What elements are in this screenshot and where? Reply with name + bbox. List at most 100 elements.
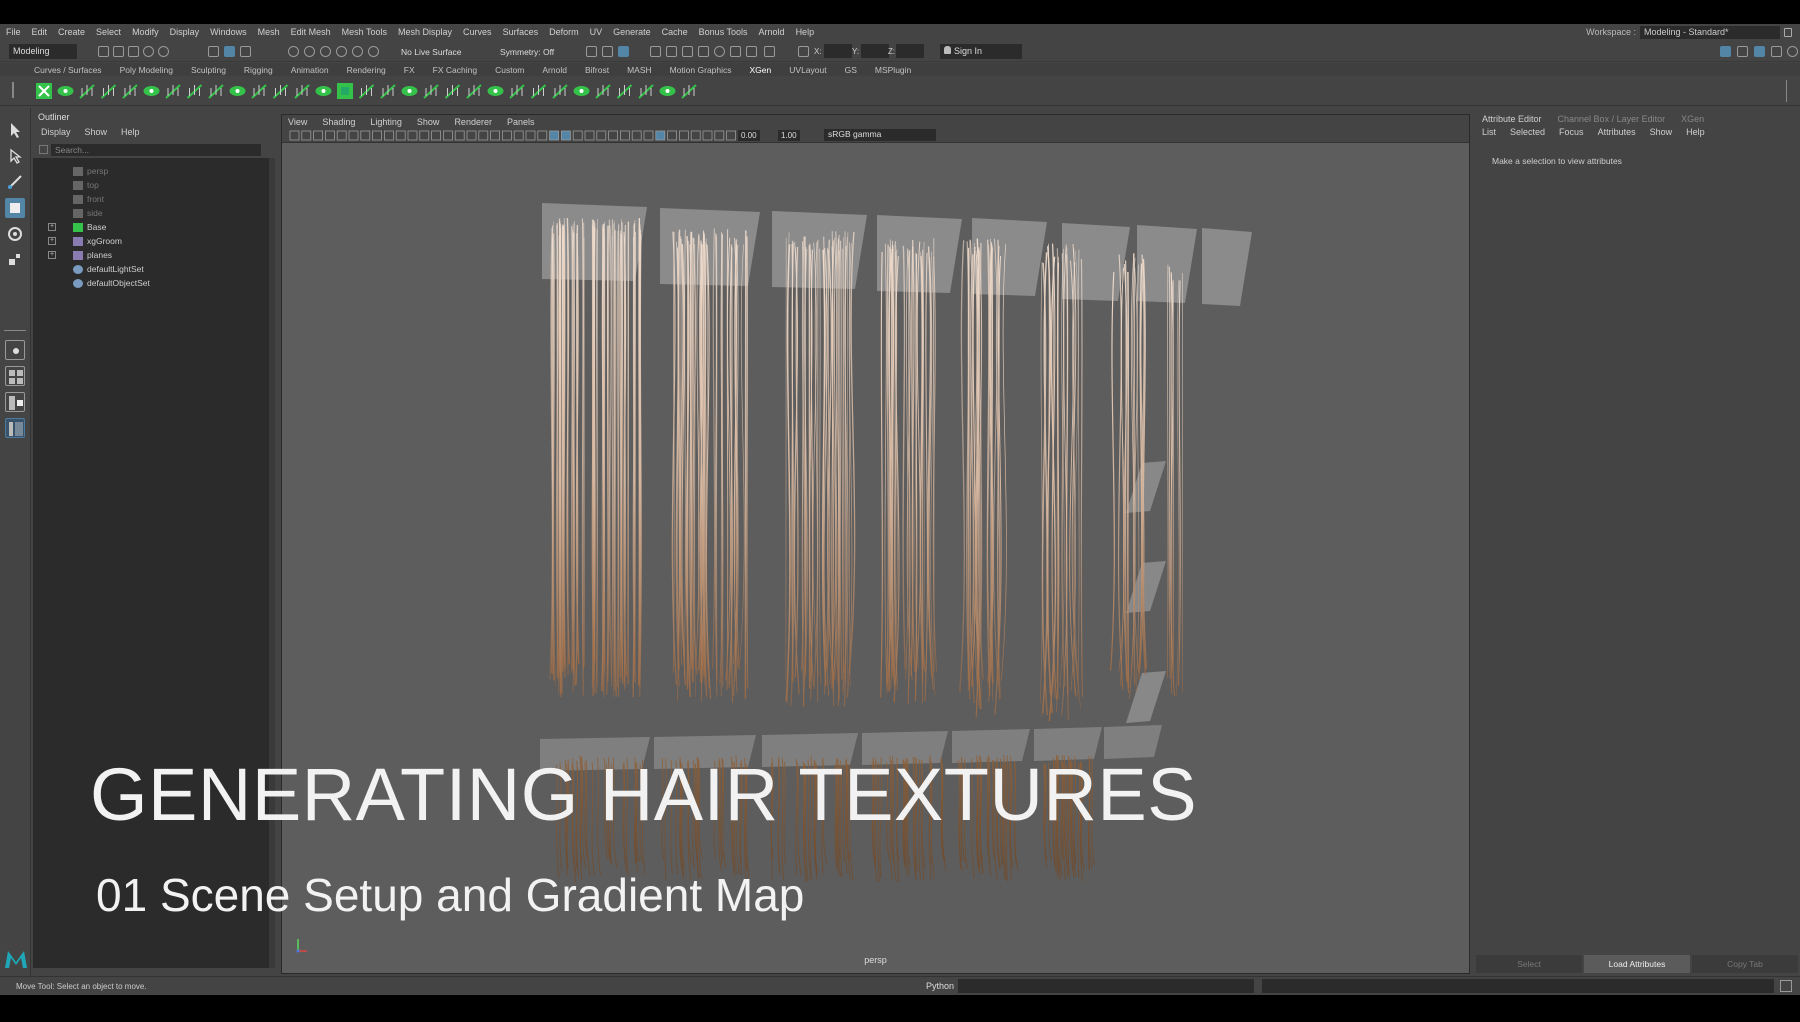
lasso-tool-icon[interactable] xyxy=(5,146,25,166)
gamma-field[interactable]: 1.00 xyxy=(778,130,800,141)
xgen-tool-icon[interactable] xyxy=(401,86,418,96)
script-editor-icon[interactable] xyxy=(1780,980,1792,992)
xgen-tool-icon[interactable] xyxy=(573,86,590,96)
paint-select-icon[interactable] xyxy=(5,172,25,192)
snap-grid-icon[interactable] xyxy=(288,46,299,57)
hair-card-plane[interactable] xyxy=(1202,228,1252,306)
four-view-layout-icon[interactable] xyxy=(5,366,25,386)
xgen-tool-icon[interactable] xyxy=(208,84,224,99)
shelf-tab-animation[interactable]: Animation xyxy=(291,65,329,75)
viewport-tool-icon[interactable] xyxy=(490,130,501,141)
xgen-tool-icon[interactable] xyxy=(466,84,482,99)
viewport-tool-icon[interactable] xyxy=(395,130,406,141)
attr-menu-selected[interactable]: Selected xyxy=(1510,127,1545,137)
outliner-item-base[interactable]: Base xyxy=(73,222,106,232)
outliner-item-defaultlightset[interactable]: defaultLightSet xyxy=(73,264,144,274)
scene-view[interactable] xyxy=(282,143,1469,973)
select-button[interactable]: Select xyxy=(1476,955,1582,973)
viewport-tool-icon[interactable] xyxy=(643,130,654,141)
expand-icon[interactable]: + xyxy=(48,251,56,259)
xgen-tool-icon[interactable] xyxy=(79,84,95,99)
shelf-tab-fx-caching[interactable]: FX Caching xyxy=(433,65,477,75)
shelf-tab-motion-graphics[interactable]: Motion Graphics xyxy=(670,65,732,75)
hair-clump[interactable] xyxy=(1039,243,1084,722)
snap-surface-icon[interactable] xyxy=(352,46,363,57)
viewport-tool-icon[interactable] xyxy=(560,130,571,141)
viewport-menu-lighting[interactable]: Lighting xyxy=(370,117,402,127)
hair-card-plane[interactable] xyxy=(1126,461,1166,513)
outliner-tab[interactable]: Outliner xyxy=(38,112,70,122)
shelf-tab-rigging[interactable]: Rigging xyxy=(244,65,273,75)
tab-channel-box[interactable]: Channel Box / Layer Editor xyxy=(1558,114,1666,124)
xgen-tool-icon[interactable] xyxy=(638,84,654,99)
viewport-tool-icon[interactable] xyxy=(301,130,312,141)
y-field[interactable] xyxy=(861,44,889,58)
hair-clump[interactable] xyxy=(671,228,749,703)
menu-cache[interactable]: Cache xyxy=(662,27,688,37)
render-current-icon[interactable] xyxy=(602,46,613,57)
new-scene-icon[interactable] xyxy=(98,46,109,57)
hair-clump[interactable] xyxy=(785,231,856,707)
live-surface-label[interactable]: No Live Surface xyxy=(401,47,461,57)
outliner-menu-display[interactable]: Display xyxy=(41,127,71,137)
shelf-tab-msplugin[interactable]: MSPlugin xyxy=(875,65,911,75)
viewport-tool-icon[interactable] xyxy=(690,130,701,141)
tool-settings-icon[interactable] xyxy=(1771,46,1782,57)
hair-card-plane[interactable] xyxy=(972,218,1047,296)
scale-tool-icon[interactable] xyxy=(5,250,25,270)
symmetry-dropdown[interactable]: Symmetry: Off xyxy=(500,47,554,57)
hair-card-plane[interactable] xyxy=(1126,671,1166,723)
xgen-tool-icon[interactable] xyxy=(57,86,74,96)
xgen-tool-icon[interactable] xyxy=(229,86,246,96)
tab-attribute-editor[interactable]: Attribute Editor xyxy=(1482,114,1542,124)
single-perspective-layout-icon[interactable] xyxy=(5,340,25,360)
arnold-render-icon[interactable] xyxy=(714,46,725,57)
shelf-tab-arnold[interactable]: Arnold xyxy=(542,65,567,75)
shelf-tab-mash[interactable]: MASH xyxy=(627,65,652,75)
lock-icon[interactable] xyxy=(1784,27,1792,37)
hair-clump[interactable] xyxy=(959,238,1007,718)
copy-tab-button[interactable]: Copy Tab xyxy=(1692,955,1798,973)
transform-mode-icon[interactable] xyxy=(798,46,809,57)
attr-menu-list[interactable]: List xyxy=(1482,127,1496,137)
menu-select[interactable]: Select xyxy=(96,27,121,37)
hair-clump[interactable] xyxy=(549,218,642,698)
snapshot-icon[interactable] xyxy=(746,46,757,57)
snap-point-icon[interactable] xyxy=(320,46,331,57)
select-tool-icon[interactable] xyxy=(5,120,25,140)
channel-box-toggle-icon[interactable] xyxy=(1754,46,1765,57)
menu-surfaces[interactable]: Surfaces xyxy=(503,27,539,37)
shelf-scroll-icon[interactable] xyxy=(1786,80,1792,102)
viewport-tool-icon[interactable] xyxy=(325,130,335,141)
select-object-icon[interactable] xyxy=(224,46,235,57)
shelf-tab-curves-surfaces[interactable]: Curves / Surfaces xyxy=(34,65,102,75)
sign-in-button[interactable]: Sign In xyxy=(940,44,1022,59)
render-frame-icon[interactable] xyxy=(586,46,597,57)
menu-generate[interactable]: Generate xyxy=(613,27,651,37)
attribute-editor-toggle-icon[interactable] xyxy=(1737,46,1748,57)
outliner-layout-icon[interactable] xyxy=(5,418,25,438)
outliner-item-xggroom[interactable]: xgGroom xyxy=(73,236,122,246)
xgen-tool-icons[interactable] xyxy=(30,76,830,106)
xgen-tool-icon[interactable] xyxy=(143,86,160,96)
outliner-item-front[interactable]: front xyxy=(73,194,104,204)
attr-menu-attributes[interactable]: Attributes xyxy=(1598,127,1636,137)
color-space-dropdown[interactable]: sRGB gamma xyxy=(824,129,936,141)
outliner-menu-show[interactable]: Show xyxy=(85,127,108,137)
shelf-options-icon[interactable] xyxy=(12,82,20,98)
menu-edit-mesh[interactable]: Edit Mesh xyxy=(291,27,331,37)
ipr-render-icon[interactable] xyxy=(618,46,629,57)
viewport-tool-icon[interactable] xyxy=(360,130,371,141)
filter-icon[interactable] xyxy=(39,145,48,154)
viewport-tool-icon[interactable] xyxy=(619,130,630,141)
xgen-tool-icon[interactable] xyxy=(272,84,289,99)
xgen-tool-icon[interactable] xyxy=(487,86,504,96)
xgen-tool-icon[interactable] xyxy=(315,86,332,96)
viewport-tool-icon[interactable] xyxy=(372,130,382,141)
viewport-tool-icon[interactable] xyxy=(384,130,394,141)
xgen-tool-icon[interactable] xyxy=(444,84,461,99)
xgen-tool-icon[interactable] xyxy=(530,84,547,99)
outliner-item-persp[interactable]: persp xyxy=(73,166,108,176)
xgen-tool-icon[interactable] xyxy=(358,84,375,99)
viewport-tool-icon[interactable] xyxy=(702,130,713,141)
